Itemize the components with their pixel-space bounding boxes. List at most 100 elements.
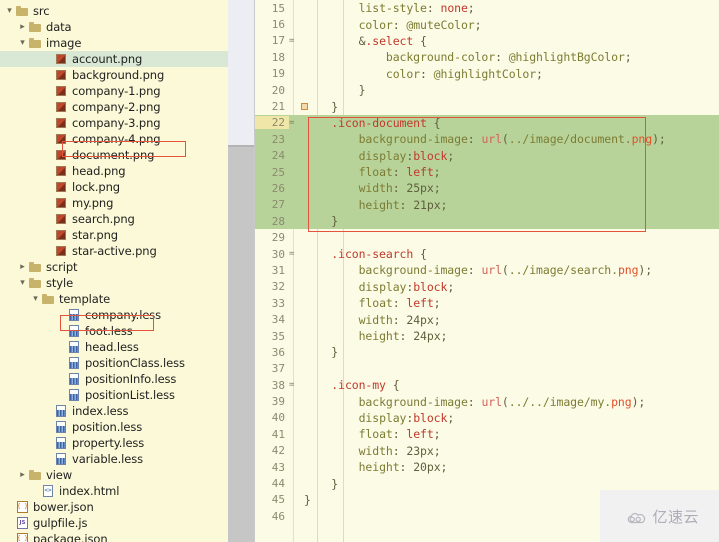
code-line-22[interactable]: 22= .icon-document { xyxy=(255,115,719,131)
tree-item-account-png[interactable]: account.png xyxy=(0,51,228,67)
tree-item-index-less[interactable]: index.less xyxy=(0,403,228,419)
code-line-23[interactable]: 23 background-image: url(../image/docume… xyxy=(255,131,719,147)
code-line-33[interactable]: 33 float: left; xyxy=(255,295,719,311)
chevron-down-icon[interactable]: ▾ xyxy=(4,3,15,19)
code-line-28[interactable]: 28 } xyxy=(255,213,719,229)
code-line-32[interactable]: 32 display:block; xyxy=(255,279,719,295)
tree-item-gulpfile-js[interactable]: gulpfile.js xyxy=(0,515,228,531)
fold-toggle-icon[interactable]: = xyxy=(289,380,298,390)
tree-item-position-less[interactable]: position.less xyxy=(0,419,228,435)
tree-item-foot-less[interactable]: foot.less xyxy=(0,323,228,339)
code-fold-marker-icon[interactable] xyxy=(301,103,308,110)
tree-item-image[interactable]: ▾image xyxy=(0,35,228,51)
vertical-scrollbar-track[interactable] xyxy=(228,0,255,542)
tree-item-positioninfo-less[interactable]: positionInfo.less xyxy=(0,371,228,387)
tree-item-label: star-active.png xyxy=(72,243,157,259)
chevron-down-icon[interactable]: ▾ xyxy=(17,35,28,51)
tree-item-my-png[interactable]: my.png xyxy=(0,195,228,211)
tree-item-label: account.png xyxy=(72,51,142,67)
code-line-19[interactable]: 19 color: @highlightColor; xyxy=(255,66,719,82)
tree-item-company-2-png[interactable]: company-2.png xyxy=(0,99,228,115)
file-tree-sidebar[interactable]: ▾src▸data▾imageaccount.pngbackground.png… xyxy=(0,0,228,542)
code-line-20[interactable]: 20 } xyxy=(255,82,719,98)
code-line-39[interactable]: 39 background-image: url(../../image/my.… xyxy=(255,393,719,409)
code-line-17[interactable]: 17= &.select { xyxy=(255,33,719,49)
code-line-41[interactable]: 41 float: left; xyxy=(255,426,719,442)
tree-item-background-png[interactable]: background.png xyxy=(0,67,228,83)
code-line-text: width: 24px; xyxy=(298,313,441,327)
tree-item-head-less[interactable]: head.less xyxy=(0,339,228,355)
tree-item-bower-json[interactable]: bower.json xyxy=(0,499,228,515)
code-line-24[interactable]: 24 display:block; xyxy=(255,148,719,164)
line-number: 27 xyxy=(255,198,289,211)
tree-item-star-png[interactable]: star.png xyxy=(0,227,228,243)
tree-item-company-1-png[interactable]: company-1.png xyxy=(0,83,228,99)
code-line-35[interactable]: 35 height: 24px; xyxy=(255,328,719,344)
line-number: 18 xyxy=(255,51,289,64)
png-file-icon xyxy=(54,197,69,210)
line-number: 43 xyxy=(255,461,289,474)
fold-toggle-icon[interactable]: = xyxy=(289,118,298,128)
code-line-15[interactable]: 15 list-style: none; xyxy=(255,0,719,16)
code-text-area[interactable]: 15 list-style: none;16 color: @muteColor… xyxy=(255,0,719,542)
tree-item-label: company-3.png xyxy=(72,115,161,131)
line-number: 34 xyxy=(255,313,289,326)
tree-item-property-less[interactable]: property.less xyxy=(0,435,228,451)
tree-item-company-less[interactable]: company.less xyxy=(0,307,228,323)
code-line-18[interactable]: 18 background-color: @highlightBgColor; xyxy=(255,49,719,65)
tree-item-index-html[interactable]: index.html xyxy=(0,483,228,499)
tree-item-style[interactable]: ▾style xyxy=(0,275,228,291)
code-line-40[interactable]: 40 display:block; xyxy=(255,410,719,426)
chevron-down-icon[interactable]: ▾ xyxy=(30,291,41,307)
code-line-38[interactable]: 38= .icon-my { xyxy=(255,377,719,393)
vertical-scrollbar-thumb[interactable] xyxy=(228,145,254,542)
line-number: 30 xyxy=(255,248,289,261)
tree-item-company-4-png[interactable]: company-4.png xyxy=(0,131,228,147)
folder-icon xyxy=(15,5,30,18)
fold-toggle-icon[interactable]: = xyxy=(289,249,298,259)
fold-toggle-icon[interactable]: = xyxy=(289,36,298,46)
chevron-right-icon[interactable]: ▸ xyxy=(17,467,28,483)
code-line-text: } xyxy=(298,214,338,228)
tree-item-document-png[interactable]: document.png xyxy=(0,147,228,163)
chevron-down-icon[interactable]: ▾ xyxy=(17,275,28,291)
tree-item-lock-png[interactable]: lock.png xyxy=(0,179,228,195)
html-file-icon xyxy=(41,485,56,498)
code-line-30[interactable]: 30= .icon-search { xyxy=(255,246,719,262)
tree-item-star-active-png[interactable]: star-active.png xyxy=(0,243,228,259)
tree-item-search-png[interactable]: search.png xyxy=(0,211,228,227)
tree-item-variable-less[interactable]: variable.less xyxy=(0,451,228,467)
code-line-42[interactable]: 42 width: 23px; xyxy=(255,443,719,459)
code-line-29[interactable]: 29 xyxy=(255,229,719,245)
code-line-21[interactable]: 21 } xyxy=(255,98,719,114)
png-file-icon xyxy=(54,85,69,98)
code-line-37[interactable]: 37 xyxy=(255,361,719,377)
code-line-26[interactable]: 26 width: 25px; xyxy=(255,180,719,196)
line-number: 29 xyxy=(255,231,289,244)
line-number: 35 xyxy=(255,330,289,343)
tree-item-src[interactable]: ▾src xyxy=(0,3,228,19)
tree-item-positionclass-less[interactable]: positionClass.less xyxy=(0,355,228,371)
line-number: 33 xyxy=(255,297,289,310)
code-line-34[interactable]: 34 width: 24px; xyxy=(255,311,719,327)
tree-item-positionlist-less[interactable]: positionList.less xyxy=(0,387,228,403)
code-line-36[interactable]: 36 } xyxy=(255,344,719,360)
code-line-43[interactable]: 43 height: 20px; xyxy=(255,459,719,475)
tree-item-data[interactable]: ▸data xyxy=(0,19,228,35)
file-tree-list[interactable]: ▾src▸data▾imageaccount.pngbackground.png… xyxy=(0,0,228,542)
tree-item-script[interactable]: ▸script xyxy=(0,259,228,275)
tree-item-head-png[interactable]: head.png xyxy=(0,163,228,179)
tree-item-company-3-png[interactable]: company-3.png xyxy=(0,115,228,131)
tree-item-template[interactable]: ▾template xyxy=(0,291,228,307)
chevron-right-icon[interactable]: ▸ xyxy=(17,259,28,275)
code-editor-pane[interactable]: 15 list-style: none;16 color: @muteColor… xyxy=(255,0,719,542)
tree-item-package-json[interactable]: package.json xyxy=(0,531,228,542)
code-line-31[interactable]: 31 background-image: url(../image/search… xyxy=(255,262,719,278)
code-line-text: float: left; xyxy=(298,296,441,310)
code-line-16[interactable]: 16 color: @muteColor; xyxy=(255,16,719,32)
chevron-right-icon[interactable]: ▸ xyxy=(17,19,28,35)
png-file-icon xyxy=(54,245,69,258)
tree-item-view[interactable]: ▸view xyxy=(0,467,228,483)
code-line-25[interactable]: 25 float: left; xyxy=(255,164,719,180)
code-line-27[interactable]: 27 height: 21px; xyxy=(255,197,719,213)
